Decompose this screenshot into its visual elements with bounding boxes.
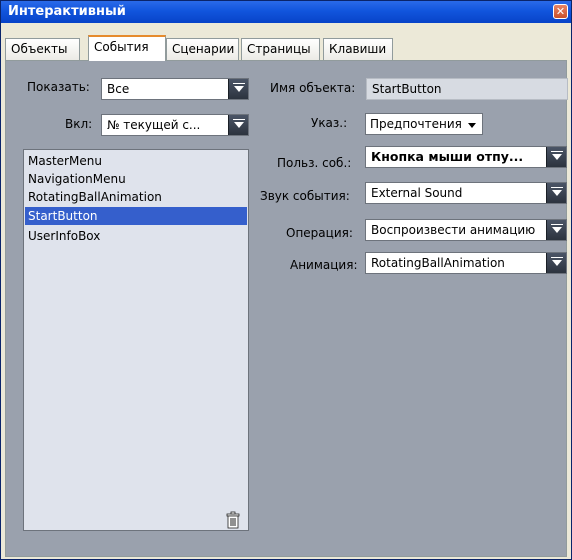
close-icon: ✕ bbox=[555, 5, 566, 18]
trash-icon bbox=[226, 511, 240, 529]
object-list[interactable]: MasterMenu NavigationMenu RotatingBallAn… bbox=[23, 149, 249, 531]
show-value: Все bbox=[107, 82, 130, 96]
event-sound-dropdown[interactable]: External Sound bbox=[365, 182, 567, 204]
close-button[interactable]: ✕ bbox=[553, 4, 568, 19]
tab-scenarios[interactable]: Сценарии bbox=[166, 38, 239, 60]
user-event-value: Кнопка мыши отпу... bbox=[371, 149, 524, 164]
event-sound-value: External Sound bbox=[371, 186, 463, 200]
caret-down-icon bbox=[468, 123, 476, 128]
delete-button[interactable] bbox=[224, 510, 242, 533]
list-item[interactable]: MasterMenu bbox=[25, 152, 247, 170]
animation-value: RotatingBallAnimation bbox=[371, 256, 505, 270]
on-value: № текущей с... bbox=[107, 118, 201, 132]
show-label: Показать: bbox=[27, 80, 90, 94]
operation-value: Воспроизвести анимацию bbox=[371, 223, 536, 237]
user-event-label: Польз. соб.: bbox=[277, 156, 352, 170]
title-bar: Интерактивный ✕ bbox=[1, 1, 571, 23]
chevron-down-icon bbox=[546, 253, 566, 273]
chevron-down-icon bbox=[228, 79, 248, 99]
list-item-selected[interactable]: StartButton bbox=[25, 207, 247, 225]
chevron-down-icon bbox=[228, 115, 248, 135]
pointer-label: Указ.: bbox=[311, 116, 348, 130]
operation-dropdown[interactable]: Воспроизвести анимацию bbox=[365, 219, 567, 241]
show-dropdown[interactable]: Все bbox=[101, 78, 249, 100]
object-name-label: Имя объекта: bbox=[270, 81, 356, 95]
animation-label: Анимация: bbox=[290, 258, 358, 272]
object-name-field: StartButton bbox=[366, 78, 568, 100]
chevron-down-icon bbox=[546, 220, 566, 240]
pointer-dropdown[interactable]: Предпочтения bbox=[365, 113, 483, 135]
list-item[interactable]: RotatingBallAnimation bbox=[25, 188, 247, 206]
list-item[interactable]: UserInfoBox bbox=[25, 227, 247, 245]
chevron-down-icon bbox=[546, 183, 566, 203]
list-item[interactable]: NavigationMenu bbox=[25, 170, 247, 188]
user-event-dropdown[interactable]: Кнопка мыши отпу... bbox=[365, 146, 567, 168]
animation-dropdown[interactable]: RotatingBallAnimation bbox=[365, 252, 567, 274]
tab-keys[interactable]: Клавиши bbox=[323, 38, 393, 60]
tab-pages[interactable]: Страницы bbox=[241, 38, 320, 60]
on-dropdown[interactable]: № текущей с... bbox=[101, 114, 249, 136]
object-name-value: StartButton bbox=[372, 82, 442, 96]
interactive-window: Интерактивный ✕ Объекты События Сценарии… bbox=[0, 0, 572, 560]
tab-events[interactable]: События bbox=[88, 35, 166, 61]
tab-objects[interactable]: Объекты bbox=[5, 38, 80, 60]
event-sound-label: Звук события: bbox=[260, 189, 350, 203]
chevron-down-icon bbox=[546, 147, 566, 167]
operation-label: Операция: bbox=[286, 226, 353, 240]
pointer-value: Предпочтения bbox=[370, 117, 462, 131]
on-label: Вкл: bbox=[65, 117, 93, 131]
window-title: Интерактивный bbox=[8, 4, 126, 19]
